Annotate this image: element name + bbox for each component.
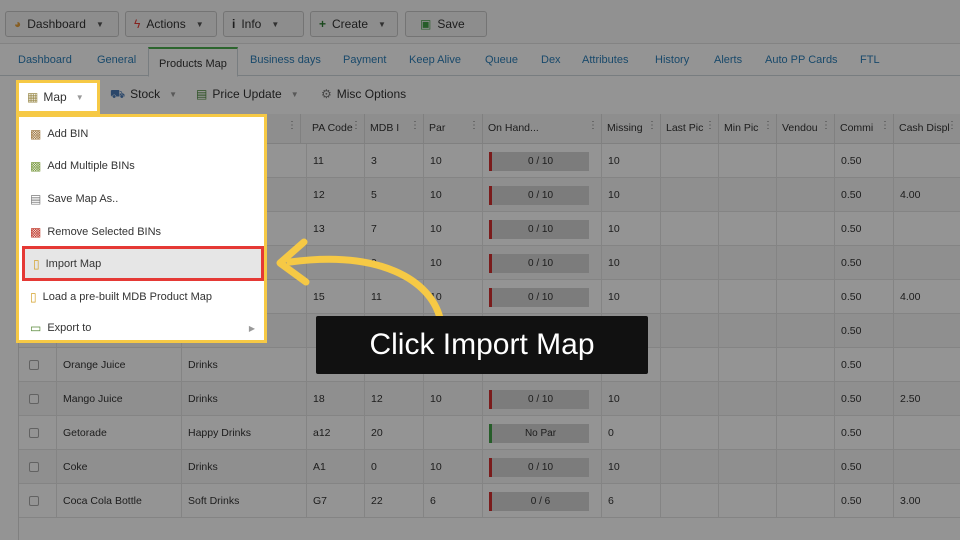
menu-item-remove-selected-bins[interactable]: ▩ Remove Selected BINs [22,217,261,247]
export-icon: ▭ [30,321,42,335]
chevron-down-icon: ▼ [75,92,84,102]
add-bin-icon: ▩ [30,127,42,141]
menu-item-save-map-as[interactable]: ▤ Save Map As.. [22,184,261,214]
menu-item-load-prebuilt-map[interactable]: ▯ Load a pre-built MDB Product Map [22,282,261,312]
map-button-label: Map [43,90,67,104]
submenu-arrow-icon: ▶ [248,323,255,333]
menu-item-add-bin[interactable]: ▩ Add BIN [22,119,261,149]
map-dropdown-menu: ▩ Add BIN ▩ Add Multiple BINs ▤ Save Map… [16,114,267,343]
callout-text: Click Import Map [369,328,595,361]
import-map-icon: ▯ [33,256,40,271]
add-multiple-bins-icon: ▩ [30,159,42,173]
map-icon: ▦ [27,90,39,104]
menu-item-label: Import Map [45,257,102,270]
remove-bins-icon: ▩ [30,225,42,239]
menu-item-add-multiple-bins[interactable]: ▩ Add Multiple BINs [22,151,261,181]
menu-item-label: Add BIN [47,128,89,140]
menu-item-import-map[interactable]: ▯ Import Map [22,246,264,281]
menu-item-label: Load a pre-built MDB Product Map [42,291,212,303]
instruction-callout: Click Import Map [316,316,648,374]
save-map-icon: ▤ [30,192,42,206]
menu-item-label: Add Multiple BINs [47,160,135,172]
menu-item-label: Remove Selected BINs [47,226,162,238]
load-map-icon: ▯ [30,290,37,304]
map-button[interactable]: ▦ Map ▼ [16,80,100,114]
menu-item-label: Save Map As.. [47,193,119,205]
menu-item-export-to[interactable]: ▭ Export to ▶ [22,313,261,343]
menu-item-label: Export to [47,322,92,334]
